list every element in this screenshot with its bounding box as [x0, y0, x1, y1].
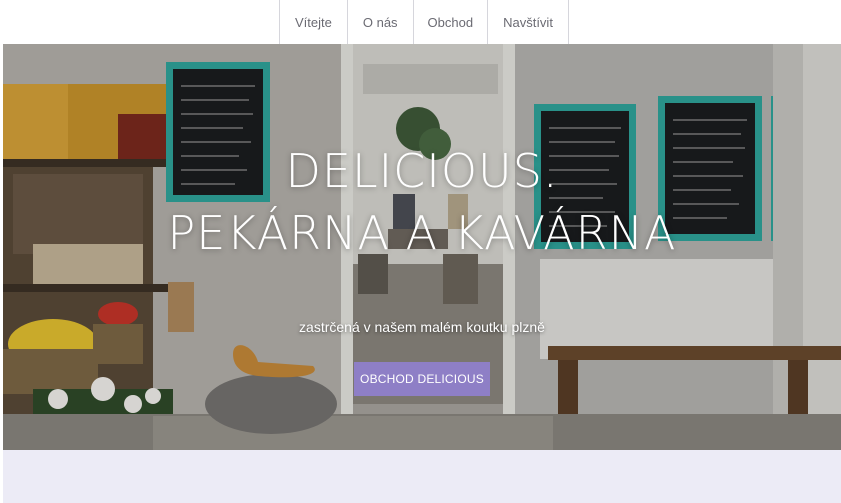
nav-item-obchod[interactable]: Obchod [412, 0, 488, 44]
nav-menu: Vítejte O nás Obchod Navštívit [279, 0, 569, 44]
hero-subtitle: zastrčená v našem malém koutku plzně [299, 319, 545, 335]
nav-item-o-nas[interactable]: O nás [346, 0, 413, 44]
top-navigation: Vítejte O nás Obchod Navštívit [0, 0, 841, 44]
hero-title-line1: DELICIOUS. [285, 144, 559, 198]
hero-section: DELICIOUS. PEKÁRNA A KAVÁRNA zastrčená v… [3, 44, 841, 450]
shop-delicious-button[interactable]: OBCHOD DELICIOUS [354, 362, 490, 396]
section-band [3, 450, 841, 503]
hero-title-line2: PEKÁRNA A KAVÁRNA [167, 206, 677, 260]
nav-item-vitejte[interactable]: Vítejte [279, 0, 347, 44]
nav-item-navstivit[interactable]: Navštívit [487, 0, 569, 44]
